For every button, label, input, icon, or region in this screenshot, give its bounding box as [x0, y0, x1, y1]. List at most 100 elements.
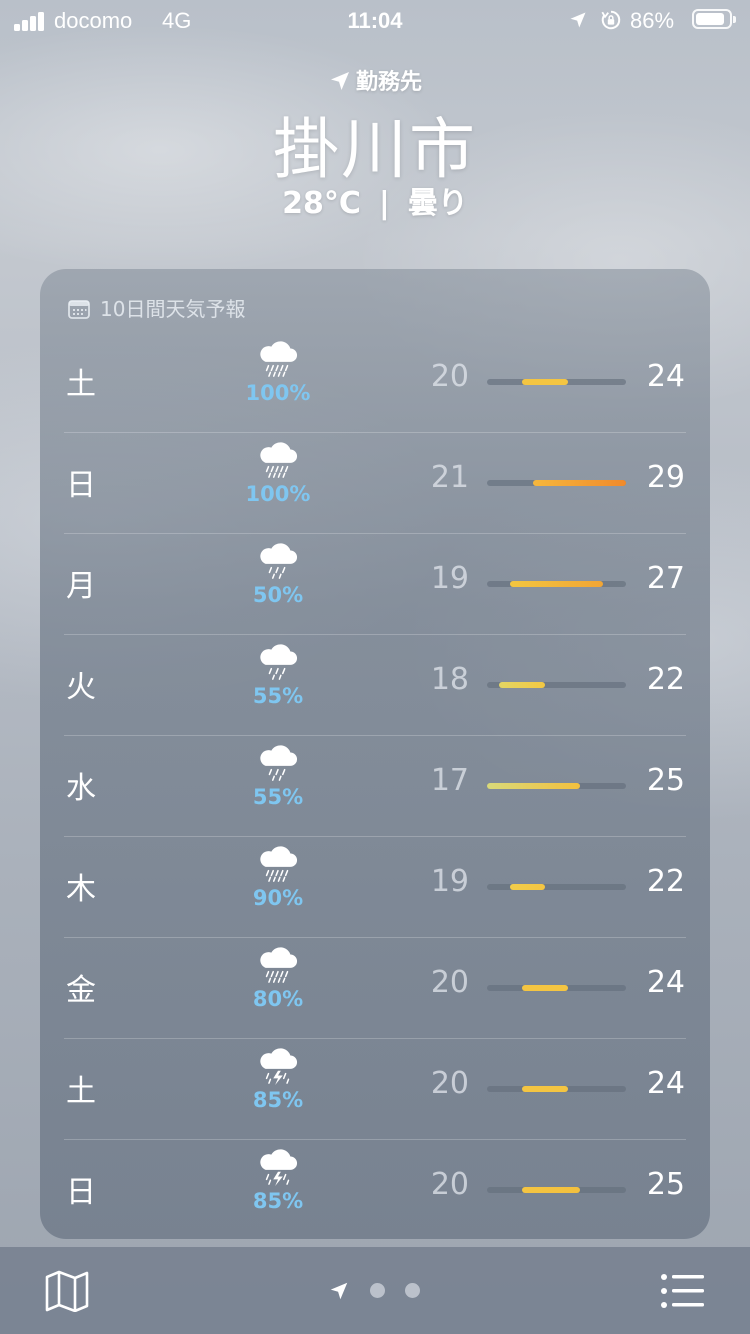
high-temperature: 22: [646, 662, 685, 697]
heavy-rain-icon: [260, 442, 298, 478]
temperature-range-track: [487, 682, 626, 688]
low-temperature: 20: [430, 1167, 469, 1202]
day-label: 日: [66, 1175, 96, 1210]
status-bar: docomo 4G 11:04 86%: [0, 0, 750, 40]
precipitation-chance: 90%: [252, 886, 304, 910]
row-divider: [64, 735, 686, 736]
heavy-rain-icon: [260, 947, 298, 983]
day-label: 土: [66, 1074, 96, 1109]
page-indicator-location-icon[interactable]: [328, 1280, 350, 1302]
temperature-range-track: [487, 783, 626, 789]
precipitation-chance: 80%: [252, 987, 304, 1011]
low-temperature: 19: [430, 864, 469, 899]
map-icon[interactable]: [44, 1270, 90, 1312]
rotation-lock-icon: [601, 10, 621, 30]
temperature-range-track: [487, 581, 626, 587]
forecast-row: 月 50% 19 27: [64, 533, 686, 634]
low-temperature: 17: [430, 763, 469, 798]
row-divider: [64, 1038, 686, 1039]
low-temperature: 19: [430, 561, 469, 596]
temperature-range-track: [487, 1187, 626, 1193]
temperature-range-bar: [510, 884, 545, 890]
precipitation-chance: 50%: [252, 583, 304, 607]
current-conditions: 28°C | 曇り: [0, 178, 750, 222]
forecast-header: 10日間天気予報: [68, 293, 245, 322]
day-label: 月: [66, 569, 96, 604]
forecast-row: 土 85% 20 24: [64, 1038, 686, 1139]
row-divider: [64, 634, 686, 635]
high-temperature: 25: [646, 763, 685, 798]
temperature-range-track: [487, 480, 626, 486]
page-dot[interactable]: [405, 1283, 420, 1298]
battery-percent: 86%: [630, 8, 675, 33]
temperature-range-bar: [521, 379, 569, 385]
high-temperature: 25: [646, 1167, 685, 1202]
location-label-text: 勤務先: [355, 70, 422, 95]
precipitation-chance: 85%: [252, 1189, 304, 1213]
row-divider: [64, 432, 686, 433]
temperature-range-bar: [521, 1086, 569, 1092]
low-temperature: 20: [430, 965, 469, 1000]
location-services-icon: [570, 12, 586, 28]
bottom-toolbar: [0, 1247, 750, 1334]
temperature-range-track: [487, 379, 626, 385]
current-condition: 曇り: [407, 186, 468, 221]
battery-icon: [692, 9, 736, 29]
separator: |: [378, 186, 390, 221]
rain-icon: [260, 745, 298, 781]
low-temperature: 21: [430, 460, 469, 495]
low-temperature: 18: [430, 662, 469, 697]
row-divider: [64, 1139, 686, 1140]
location-arrow-icon: [330, 72, 349, 90]
forecast-row: 水 55% 17 25: [64, 735, 686, 836]
row-divider: [64, 836, 686, 837]
high-temperature: 24: [646, 359, 685, 394]
forecast-row: 火 55% 18 22: [64, 634, 686, 735]
battery-level: [696, 13, 724, 25]
day-label: 日: [66, 468, 96, 503]
low-temperature: 20: [430, 359, 469, 394]
temperature-range-bar: [521, 985, 569, 991]
thunderstorm-icon: [260, 1149, 298, 1187]
high-temperature: 29: [646, 460, 685, 495]
day-label: 水: [66, 771, 96, 806]
forecast-row: 日 85% 20 25: [64, 1139, 686, 1239]
forecast-row: 木 90% 19 22: [64, 836, 686, 937]
current-temperature: 28°C: [282, 186, 361, 221]
rain-icon: [260, 644, 298, 680]
temperature-range-bar: [521, 1187, 580, 1193]
day-label: 金: [66, 973, 96, 1008]
forecast-row: 土 100% 20 24: [64, 331, 686, 432]
high-temperature: 27: [646, 561, 685, 596]
high-temperature: 22: [646, 864, 685, 899]
calendar-icon: [68, 300, 90, 319]
precipitation-chance: 85%: [252, 1088, 304, 1112]
temperature-range-bar: [510, 581, 603, 587]
high-temperature: 24: [646, 965, 685, 1000]
heavy-rain-icon: [260, 846, 298, 882]
temperature-range-track: [487, 884, 626, 890]
temperature-range-bar: [487, 783, 580, 789]
page-dot[interactable]: [370, 1283, 385, 1298]
temperature-range-bar: [533, 480, 626, 486]
day-label: 土: [66, 367, 96, 402]
day-label: 木: [66, 872, 96, 907]
list-icon[interactable]: [660, 1273, 706, 1309]
forecast-title: 10日間天気予報: [100, 297, 246, 321]
forecast-row: 日 100% 21 29: [64, 432, 686, 533]
temperature-range-bar: [498, 682, 545, 688]
location-label: 勤務先: [0, 64, 750, 96]
forecast-row: 金 80% 20 24: [64, 937, 686, 1038]
high-temperature: 24: [646, 1066, 685, 1101]
day-label: 火: [66, 670, 96, 705]
rain-icon: [260, 543, 298, 579]
row-divider: [64, 533, 686, 534]
precipitation-chance: 100%: [245, 482, 311, 506]
precipitation-chance: 55%: [252, 684, 304, 708]
thunderstorm-icon: [260, 1048, 298, 1086]
temperature-range-track: [487, 1086, 626, 1092]
temperature-range-track: [487, 985, 626, 991]
ten-day-forecast-card[interactable]: 10日間天気予報 土 100% 20 24 日 100% 21 29 月 50% 19 27 火 55% 1…: [40, 269, 710, 1239]
heavy-rain-icon: [260, 341, 298, 377]
precipitation-chance: 55%: [252, 785, 304, 809]
